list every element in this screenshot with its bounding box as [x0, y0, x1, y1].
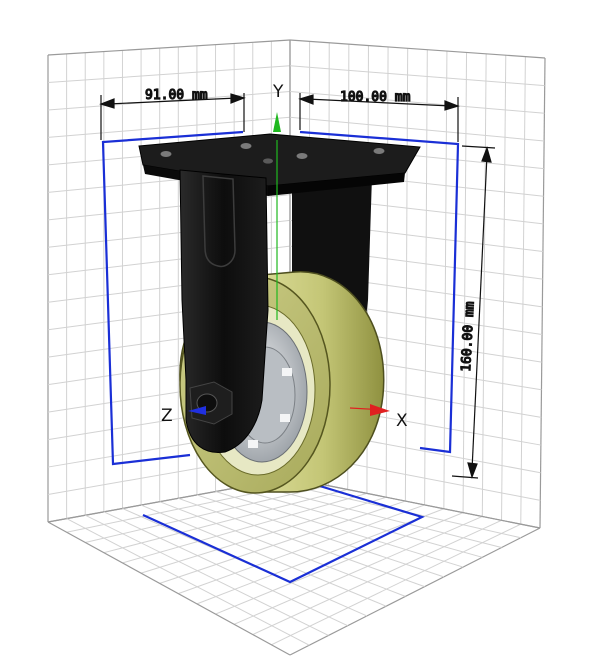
grid-floor — [47, 477, 541, 656]
caster-model[interactable] — [138, 133, 421, 494]
dimension-width-label: 91.00 mm — [145, 88, 208, 103]
dimension-height-label: 160.00 mm — [459, 301, 478, 372]
axis-x-label: X — [396, 411, 408, 431]
axis-y-arrow — [273, 112, 281, 132]
axle-nut — [189, 381, 233, 425]
axis-y-label: Y — [272, 82, 284, 102]
dimension-depth-label: 100.00 mm — [340, 90, 411, 105]
axis-z-label: Z — [161, 406, 173, 426]
3d-viewport[interactable]: 91.00 mm 100.00 mm 160.00 mm Y X Z — [0, 0, 600, 664]
dimension-height: 160.00 mm — [451, 145, 496, 479]
scene-canvas[interactable]: 91.00 mm 100.00 mm 160.00 mm Y X Z — [0, 0, 600, 664]
